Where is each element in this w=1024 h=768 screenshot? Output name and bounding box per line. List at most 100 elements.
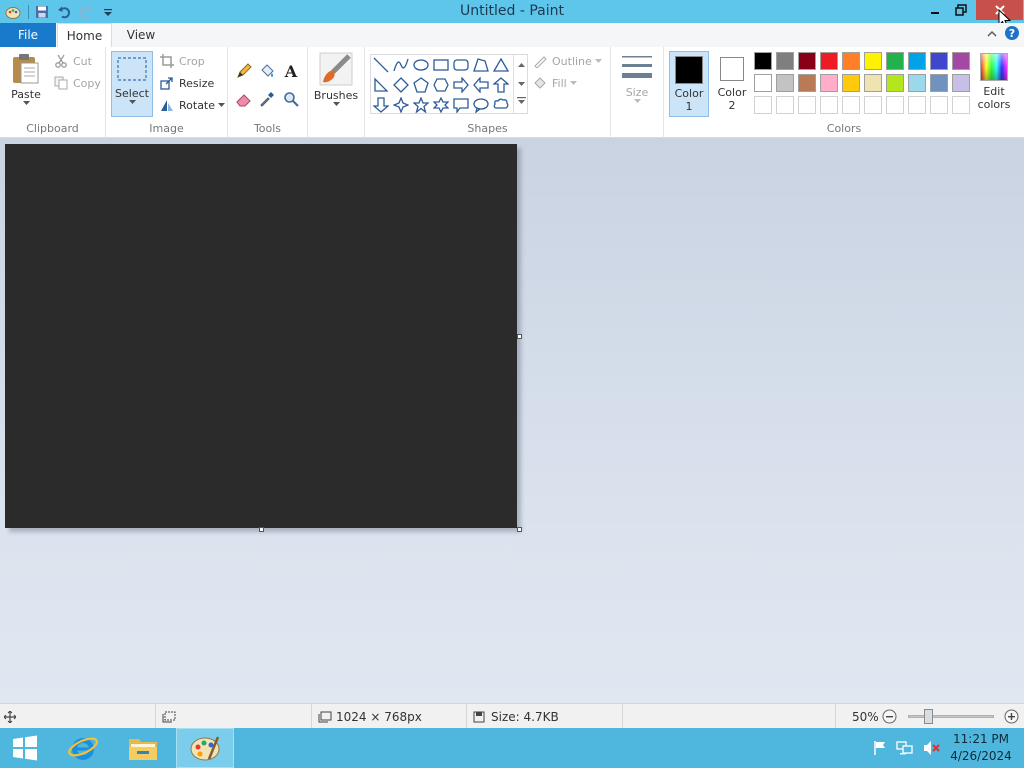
up-arrow-shape-icon[interactable]: [491, 75, 511, 95]
canvas-workspace[interactable]: [0, 138, 1024, 703]
six-point-star-shape-icon[interactable]: [431, 95, 451, 115]
zoom-slider-thumb[interactable]: [924, 709, 933, 724]
palette-color-swatch[interactable]: [820, 52, 838, 70]
palette-empty-swatch[interactable]: [952, 96, 970, 114]
oval-callout-shape-icon[interactable]: [471, 95, 491, 115]
rectangle-shape-icon[interactable]: [431, 55, 451, 75]
palette-color-swatch[interactable]: [754, 74, 772, 92]
diamond-shape-icon[interactable]: [391, 75, 411, 95]
brushes-dropdown-icon[interactable]: [332, 102, 340, 107]
network-icon[interactable]: [896, 740, 914, 756]
palette-color-swatch[interactable]: [798, 74, 816, 92]
palette-empty-swatch[interactable]: [864, 96, 882, 114]
select-dropdown-icon[interactable]: [128, 100, 136, 105]
palette-empty-swatch[interactable]: [842, 96, 860, 114]
minimize-ribbon-icon[interactable]: [984, 26, 1000, 42]
palette-color-swatch[interactable]: [842, 52, 860, 70]
palette-empty-swatch[interactable]: [820, 96, 838, 114]
oval-shape-icon[interactable]: [411, 55, 431, 75]
down-arrow-shape-icon[interactable]: [371, 95, 391, 115]
paint-taskbar-button[interactable]: [176, 728, 234, 768]
cloud-callout-shape-icon[interactable]: [491, 95, 511, 115]
right-arrow-shape-icon[interactable]: [451, 75, 471, 95]
file-explorer-taskbar-button[interactable]: [116, 728, 170, 768]
shapes-scrollbar[interactable]: [513, 55, 528, 113]
right-triangle-shape-icon[interactable]: [371, 75, 391, 95]
restore-button[interactable]: [948, 0, 974, 20]
drawing-canvas[interactable]: [5, 144, 517, 528]
fill-button[interactable]: Fill: [531, 73, 577, 93]
speaker-muted-icon[interactable]: [922, 740, 940, 756]
palette-color-swatch[interactable]: [776, 74, 794, 92]
palette-color-swatch[interactable]: [842, 74, 860, 92]
cut-button[interactable]: Cut: [52, 51, 92, 71]
polygon-shape-icon[interactable]: [471, 55, 491, 75]
palette-color-swatch[interactable]: [864, 74, 882, 92]
palette-color-swatch[interactable]: [820, 74, 838, 92]
palette-empty-swatch[interactable]: [886, 96, 904, 114]
palette-empty-swatch[interactable]: [754, 96, 772, 114]
rotate-button[interactable]: Rotate: [158, 95, 226, 115]
palette-color-swatch[interactable]: [798, 52, 816, 70]
palette-color-swatch[interactable]: [930, 52, 948, 70]
hexagon-shape-icon[interactable]: [431, 75, 451, 95]
tab-home[interactable]: Home: [57, 23, 112, 47]
zoom-in-icon[interactable]: [1004, 709, 1019, 724]
resize-button[interactable]: Resize: [158, 73, 214, 93]
left-arrow-shape-icon[interactable]: [471, 75, 491, 95]
palette-color-swatch[interactable]: [864, 52, 882, 70]
start-button[interactable]: [0, 728, 50, 768]
select-button[interactable]: Select: [111, 51, 153, 117]
paste-button[interactable]: Paste: [8, 53, 44, 106]
color1-button[interactable]: Color 1: [669, 51, 709, 117]
line-shape-icon[interactable]: [371, 55, 391, 75]
palette-color-swatch[interactable]: [776, 52, 794, 70]
zoom-out-icon[interactable]: [882, 709, 897, 724]
paste-dropdown-icon[interactable]: [22, 101, 30, 106]
canvas-resize-handle-corner[interactable]: [517, 527, 522, 532]
palette-empty-swatch[interactable]: [798, 96, 816, 114]
palette-color-swatch[interactable]: [886, 74, 904, 92]
palette-color-swatch[interactable]: [952, 52, 970, 70]
palette-color-swatch[interactable]: [908, 74, 926, 92]
eraser-icon[interactable]: [233, 88, 255, 110]
minimize-button[interactable]: [922, 0, 948, 20]
palette-color-swatch[interactable]: [886, 52, 904, 70]
undo-icon[interactable]: [55, 3, 73, 21]
rotate-dropdown-icon[interactable]: [218, 102, 226, 108]
tab-file[interactable]: File: [0, 23, 56, 47]
palette-color-swatch[interactable]: [930, 74, 948, 92]
curve-shape-icon[interactable]: [391, 55, 411, 75]
taskbar-clock[interactable]: 11:21 PM 4/26/2024: [944, 731, 1018, 765]
help-icon[interactable]: ?: [1004, 25, 1020, 41]
save-icon[interactable]: [33, 3, 51, 21]
color-picker-icon[interactable]: [256, 88, 278, 110]
palette-color-swatch[interactable]: [952, 74, 970, 92]
palette-color-swatch[interactable]: [754, 52, 772, 70]
palette-empty-swatch[interactable]: [776, 96, 794, 114]
pencil-icon[interactable]: [233, 60, 255, 82]
tab-view[interactable]: View: [116, 23, 166, 47]
text-tool-icon[interactable]: A: [280, 60, 302, 82]
crop-button[interactable]: Crop: [158, 51, 205, 71]
brushes-button[interactable]: Brushes: [312, 52, 360, 107]
palette-empty-swatch[interactable]: [930, 96, 948, 114]
outline-button[interactable]: Outline: [531, 51, 602, 71]
palette-color-swatch[interactable]: [908, 52, 926, 70]
rectangular-callout-shape-icon[interactable]: [451, 95, 471, 115]
customize-qat-icon[interactable]: [99, 3, 117, 21]
magnifier-icon[interactable]: [280, 88, 302, 110]
palette-empty-swatch[interactable]: [908, 96, 926, 114]
triangle-shape-icon[interactable]: [491, 55, 511, 75]
copy-button[interactable]: Copy: [52, 73, 101, 93]
five-point-star-shape-icon[interactable]: [411, 95, 431, 115]
zoom-slider-track[interactable]: [908, 715, 994, 718]
internet-explorer-taskbar-button[interactable]: [56, 728, 110, 768]
fill-bucket-icon[interactable]: [256, 60, 278, 82]
paint-app-icon[interactable]: [4, 3, 22, 21]
redo-icon[interactable]: [77, 3, 95, 21]
action-center-flag-icon[interactable]: [872, 740, 888, 756]
color2-button[interactable]: Color 2: [712, 51, 752, 117]
canvas-resize-handle-bottom[interactable]: [259, 527, 264, 532]
pentagon-shape-icon[interactable]: [411, 75, 431, 95]
